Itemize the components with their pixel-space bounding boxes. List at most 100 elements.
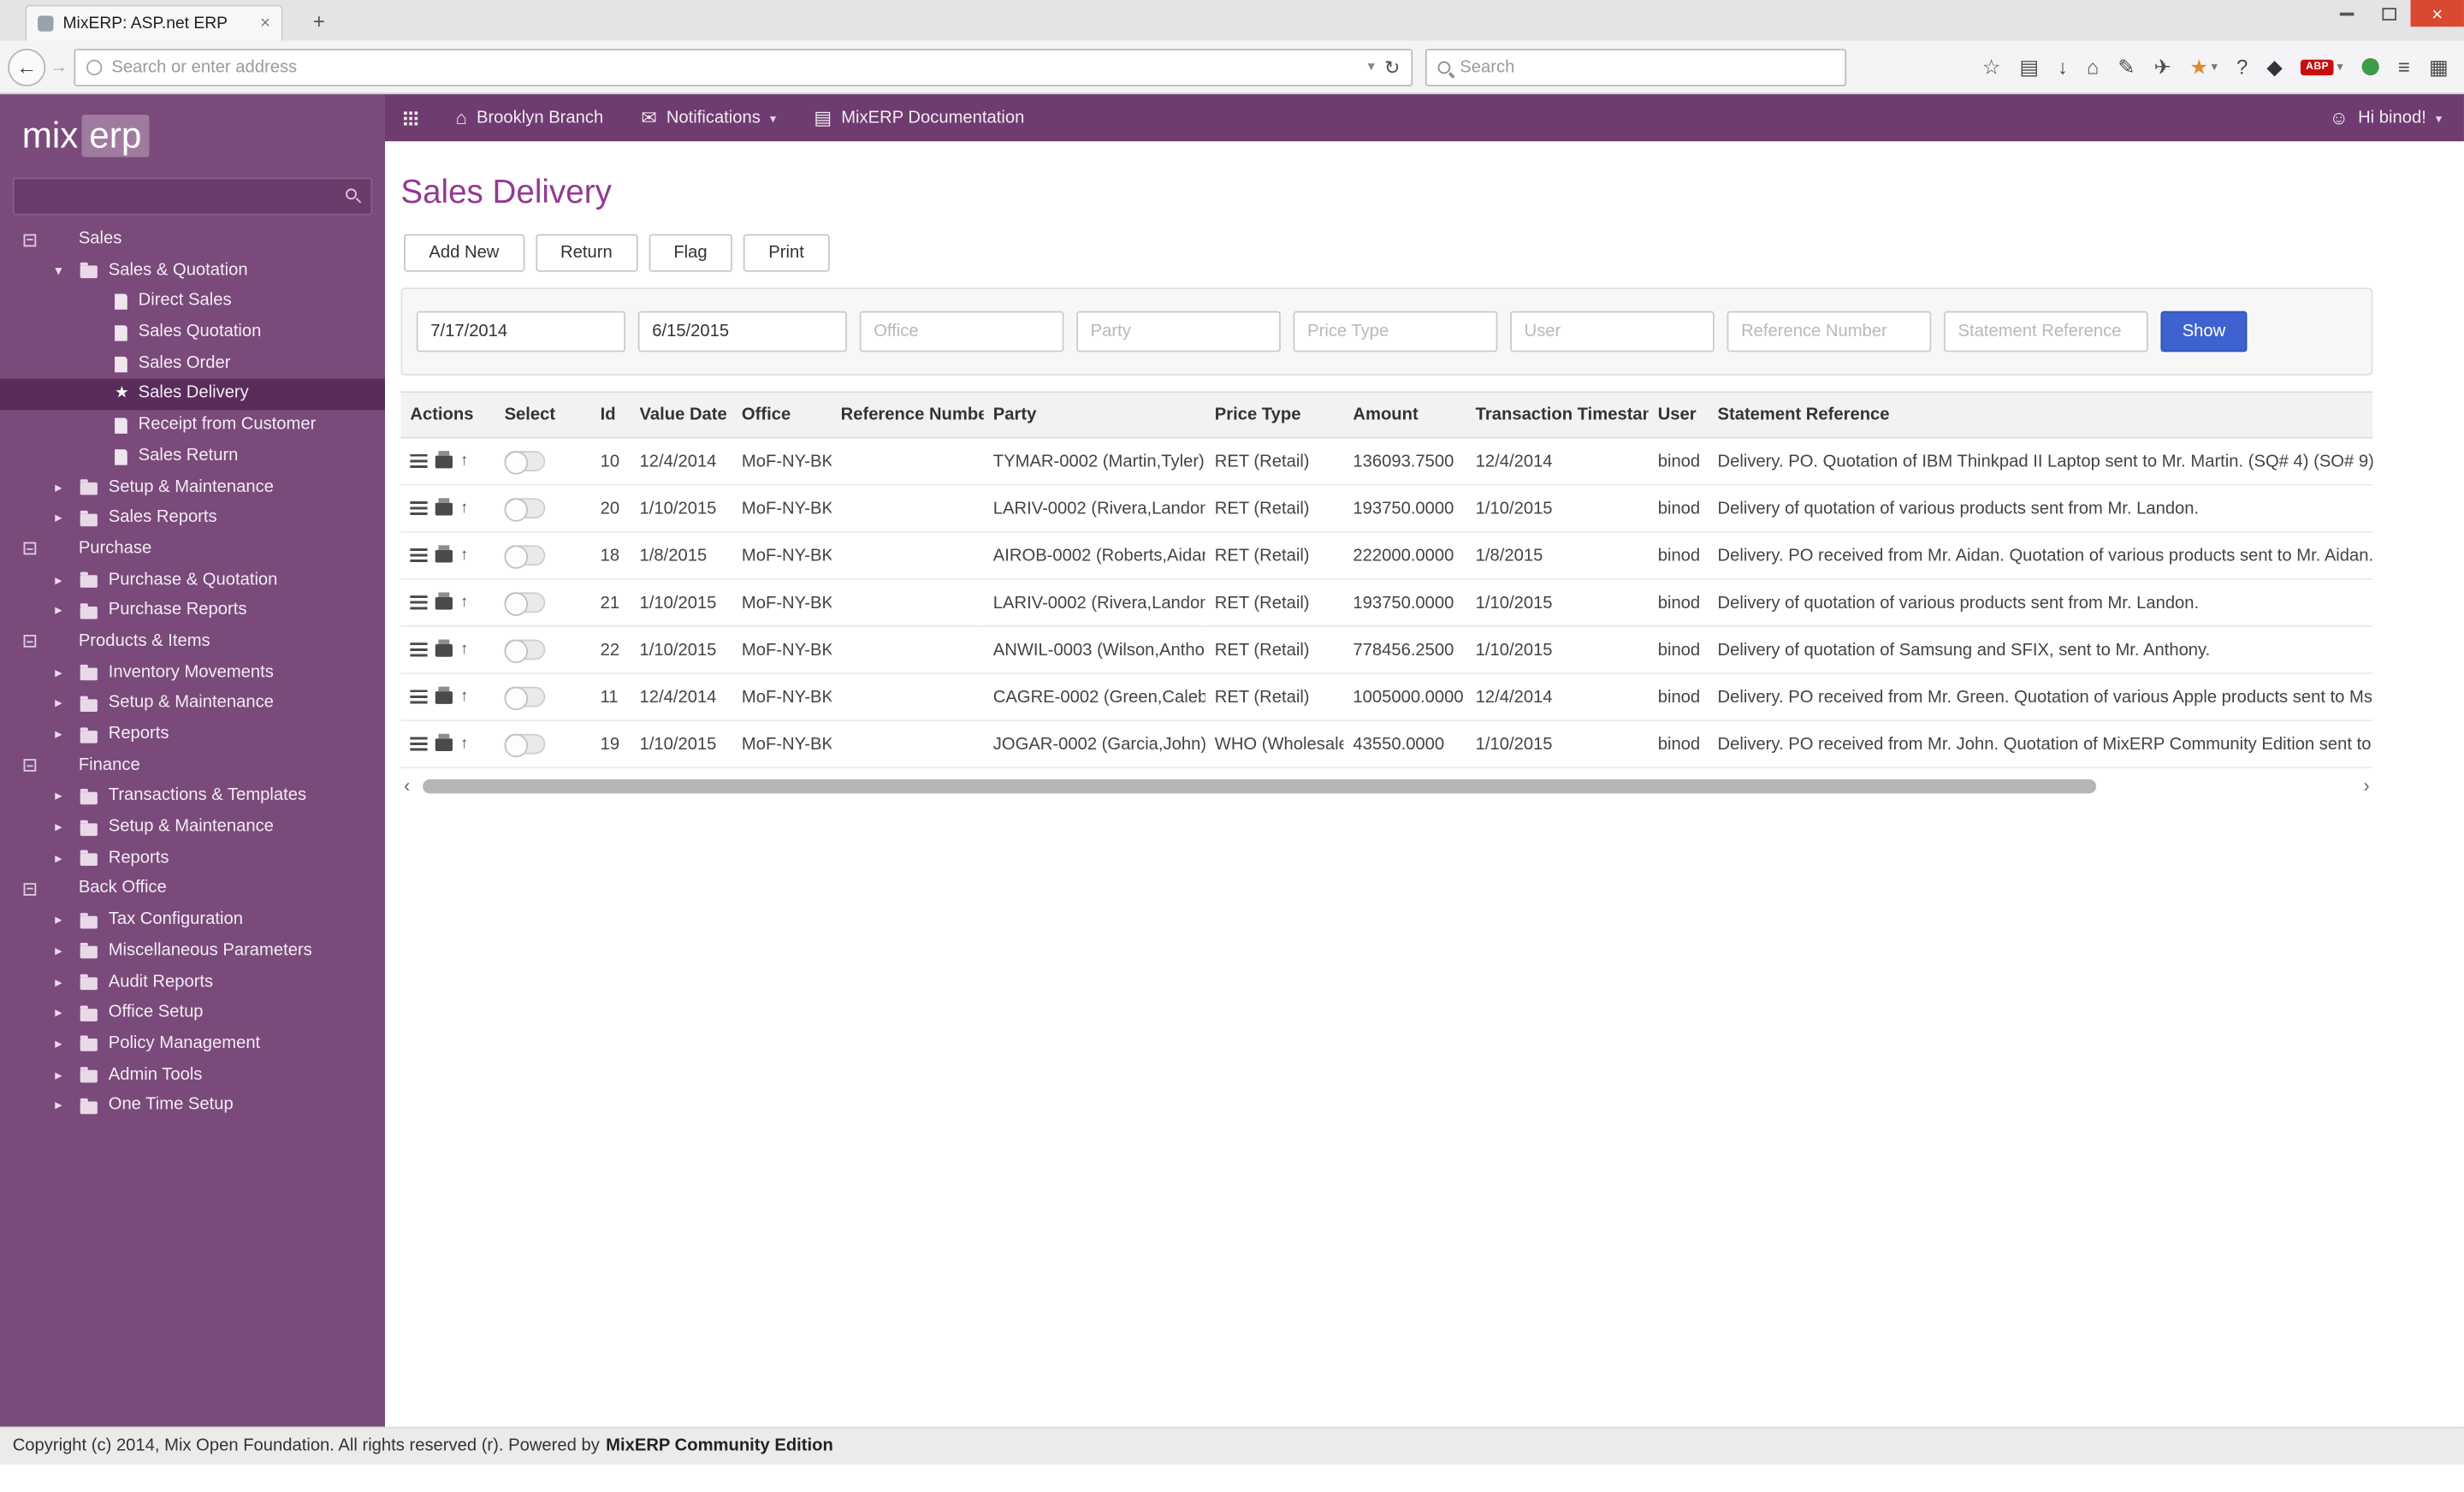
sidebar-tree-item[interactable]: Sales Quotation xyxy=(0,317,385,348)
horizontal-scrollbar[interactable]: ‹ › xyxy=(400,775,2372,796)
sidebar-tree-item[interactable]: Sales xyxy=(0,225,385,256)
print-icon[interactable] xyxy=(435,544,453,562)
sidebar-tree-item[interactable]: Setup & Maintenance xyxy=(0,472,385,503)
upload-arrow-icon[interactable]: ↑ xyxy=(460,594,468,610)
upload-arrow-icon[interactable]: ↑ xyxy=(460,547,468,563)
sidebar-tree-item[interactable]: Back Office xyxy=(0,874,385,905)
flag-button[interactable]: Flag xyxy=(648,234,733,272)
search-bar[interactable] xyxy=(1424,48,1847,86)
select-toggle[interactable] xyxy=(504,451,546,475)
bookmark-star-icon[interactable]: ☆ xyxy=(1982,54,2000,79)
sidebar-tree-item[interactable]: Audit Reports xyxy=(0,967,385,998)
url-bar[interactable]: ▾ ↻ xyxy=(74,48,1413,86)
globe-addon-icon[interactable] xyxy=(2361,57,2379,76)
sidebar-tree-item[interactable]: Setup & Maintenance xyxy=(0,813,385,844)
print-icon[interactable] xyxy=(435,497,453,515)
sidebar-tree-item[interactable]: Purchase & Quotation xyxy=(0,565,385,595)
column-header-id[interactable]: Id xyxy=(590,391,631,439)
sidebar-tree-item[interactable]: Policy Management xyxy=(0,1029,385,1060)
url-dropdown-icon[interactable]: ▾ xyxy=(1368,58,1375,75)
upload-arrow-icon[interactable]: ↑ xyxy=(460,688,468,704)
column-header-party[interactable]: Party xyxy=(983,391,1205,439)
details-icon[interactable] xyxy=(410,548,428,563)
new-tab-button[interactable]: + xyxy=(302,9,336,36)
column-header-amount[interactable]: Amount xyxy=(1343,391,1466,439)
select-toggle[interactable] xyxy=(504,686,546,711)
column-header-statement-reference[interactable]: Statement Reference xyxy=(1708,391,2373,439)
to-date-input[interactable] xyxy=(637,311,847,352)
scrollbar-thumb[interactable] xyxy=(423,779,2097,794)
upload-arrow-icon[interactable]: ↑ xyxy=(460,736,468,751)
back-button[interactable]: ← xyxy=(8,48,46,86)
home-icon[interactable]: ⌂ xyxy=(2087,55,2099,79)
sidebar-tree-item[interactable]: One Time Setup xyxy=(0,1091,385,1122)
sidebar-search[interactable] xyxy=(12,177,373,216)
browser-search-input[interactable] xyxy=(1460,57,1834,77)
minimize-button[interactable] xyxy=(2325,0,2368,27)
sidebar-tree-item[interactable]: Transactions & Templates xyxy=(0,782,385,813)
close-button[interactable]: × xyxy=(2410,0,2464,27)
details-icon[interactable] xyxy=(410,690,428,704)
downloads-icon[interactable]: ↓ xyxy=(2058,55,2068,79)
reference-number-filter-input[interactable] xyxy=(1727,311,1932,352)
mixerp-logo[interactable]: mix erp xyxy=(22,115,385,157)
documentation-link[interactable]: ▤ MixERP Documentation xyxy=(795,94,1043,141)
column-header-price-type[interactable]: Price Type xyxy=(1205,391,1344,439)
column-header-reference-number[interactable]: Reference Number xyxy=(831,391,984,439)
sidebar-tree-item[interactable]: Sales Order xyxy=(0,348,385,379)
sidebar-search-input[interactable] xyxy=(14,179,371,214)
sidebar-tree-item[interactable]: Tax Configuration xyxy=(0,905,385,936)
user-menu[interactable]: ☺ Hi binod! ▾ xyxy=(2307,94,2464,141)
sidebar-tree-item[interactable]: Office Setup xyxy=(0,998,385,1029)
column-header-actions[interactable]: Actions xyxy=(400,391,495,439)
send-tab-icon[interactable]: ✈ xyxy=(2153,54,2171,79)
sidebar-tree-item[interactable]: Reports xyxy=(0,844,385,874)
upload-arrow-icon[interactable]: ↑ xyxy=(460,641,468,657)
select-toggle[interactable] xyxy=(504,639,546,664)
column-header-value-date[interactable]: Value Date xyxy=(630,391,732,439)
sidebar-toggle-icon[interactable]: ▦ xyxy=(2429,54,2449,79)
sidebar-tree-item[interactable]: Finance xyxy=(0,750,385,781)
sidebar-tree-item[interactable]: Reports xyxy=(0,719,385,750)
sidebar-tree-item[interactable]: Sales Return xyxy=(0,441,385,472)
sidebar-tree-item[interactable]: Receipt from Customer xyxy=(0,411,385,441)
url-input[interactable] xyxy=(111,57,1359,77)
tab-close-icon[interactable]: × xyxy=(260,15,270,32)
from-date-input[interactable] xyxy=(416,311,626,352)
sidebar-tree-item[interactable]: Sales Reports xyxy=(0,503,385,534)
details-icon[interactable] xyxy=(410,737,428,751)
print-icon[interactable] xyxy=(435,450,453,468)
print-icon[interactable] xyxy=(435,591,453,609)
sidebar-tree-item[interactable]: Products & Items xyxy=(0,627,385,658)
apps-grid-button[interactable] xyxy=(385,94,437,141)
select-toggle[interactable] xyxy=(504,733,546,758)
print-icon[interactable] xyxy=(435,732,453,751)
details-icon[interactable] xyxy=(410,642,428,657)
sidebar-tree-item[interactable]: Miscellaneous Parameters xyxy=(0,936,385,967)
sidebar-tree-item[interactable]: Sales & Quotation xyxy=(0,256,385,287)
forward-button[interactable]: → xyxy=(50,57,68,76)
column-header-user[interactable]: User xyxy=(1648,391,1709,439)
party-filter-input[interactable] xyxy=(1076,311,1281,352)
sidebar-tree-item[interactable]: Setup & Maintenance xyxy=(0,689,385,719)
office-filter-input[interactable] xyxy=(859,311,1064,352)
help-icon[interactable]: ? xyxy=(2236,55,2248,79)
print-button[interactable]: Print xyxy=(743,234,830,272)
print-icon[interactable] xyxy=(435,638,453,656)
addon-star-icon[interactable]: ★ ▾ xyxy=(2190,54,2218,79)
price-type-filter-input[interactable] xyxy=(1293,311,1498,352)
column-header-transaction-timestamp[interactable]: Transaction Timestamp xyxy=(1466,391,1649,439)
details-icon[interactable] xyxy=(410,500,428,516)
community-edition-link[interactable]: MixERP Community Edition xyxy=(606,1436,833,1455)
notifications-menu[interactable]: ✉ Notifications ▾ xyxy=(622,94,795,141)
browser-tab[interactable]: MixERP: ASP.net ERP × xyxy=(25,4,283,41)
branch-menu[interactable]: ⌂ Brooklyn Branch xyxy=(437,94,623,141)
scroll-left-icon[interactable]: ‹ xyxy=(404,775,410,796)
details-icon[interactable] xyxy=(410,595,428,610)
statement-reference-filter-input[interactable] xyxy=(1943,311,2148,352)
add-new-button[interactable]: Add New xyxy=(404,234,524,272)
sidebar-tree-item[interactable]: Admin Tools xyxy=(0,1060,385,1091)
sidebar-tree-item[interactable]: Inventory Movements xyxy=(0,658,385,689)
sidebar-tree-item[interactable]: Purchase Reports xyxy=(0,596,385,627)
details-icon[interactable] xyxy=(410,453,428,469)
